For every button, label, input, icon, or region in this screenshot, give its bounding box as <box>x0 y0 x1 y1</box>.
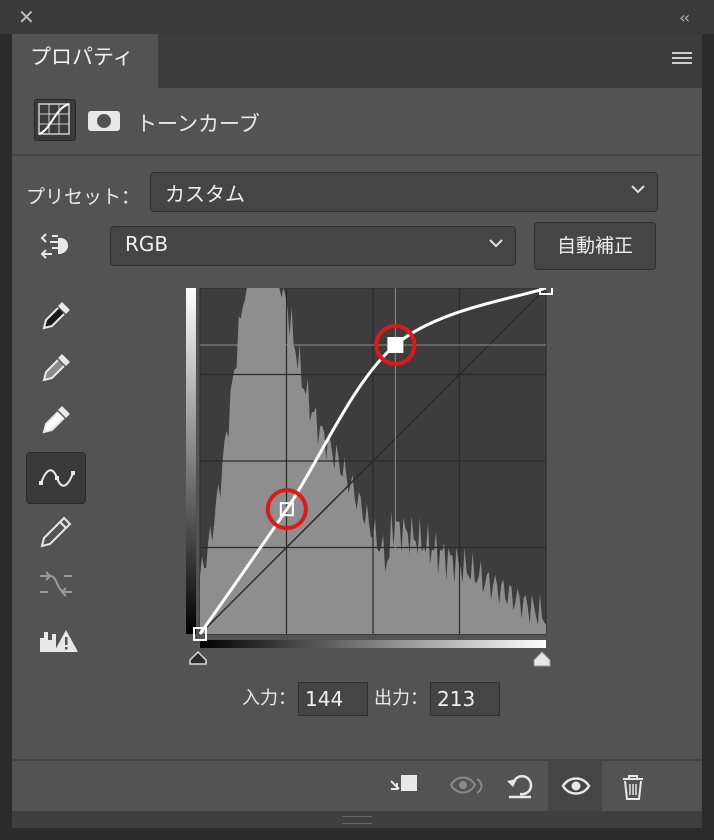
smooth-curve-icon <box>40 571 72 597</box>
close-icon[interactable]: ✕ <box>18 6 35 28</box>
white-point-slider[interactable] <box>533 651 551 667</box>
properties-window: ✕ ‹‹ プロパティ トーンカーブ プリセット： カスタム RGB 自動補正 入… <box>0 0 714 840</box>
view-previous-state-button[interactable] <box>436 761 490 811</box>
adjustment-header: トーンカーブ <box>12 88 702 156</box>
on-image-adjust-icon <box>40 233 69 259</box>
layer-mask-icon[interactable] <box>88 111 120 131</box>
pencil-draw-icon <box>40 516 72 548</box>
tab-strip: プロパティ <box>12 34 702 88</box>
output-gradient-bar <box>186 288 196 634</box>
tab-properties[interactable]: プロパティ <box>12 34 158 88</box>
channel-value: RGB <box>125 232 169 256</box>
visibility-eye-icon <box>561 777 591 795</box>
preset-label: プリセット： <box>26 186 141 208</box>
delete-button[interactable] <box>606 761 660 811</box>
curve-control-point[interactable] <box>387 336 404 353</box>
output-label: 出力： <box>374 688 428 709</box>
reset-button[interactable] <box>492 761 546 811</box>
trash-icon <box>623 775 643 800</box>
chevron-down-icon <box>489 239 503 248</box>
pencil-draw-tool[interactable] <box>26 506 86 558</box>
edit-points-curve-icon <box>39 469 75 487</box>
reset-icon <box>507 775 533 799</box>
gray-point-eyedropper[interactable] <box>26 342 86 394</box>
title-bar: ✕ ‹‹ <box>0 0 714 34</box>
chevron-down-icon <box>631 185 645 194</box>
panel-resize-handle[interactable] <box>12 811 702 828</box>
clipping-warning-tool[interactable] <box>26 616 86 668</box>
curve-editor[interactable] <box>186 281 554 670</box>
view-previous-state-icon <box>449 776 483 794</box>
on-image-adjust-tool[interactable] <box>26 224 86 276</box>
white-point-eyedropper[interactable] <box>26 394 86 446</box>
visibility-toggle-button[interactable] <box>548 761 602 811</box>
curves-adjustment-icon[interactable] <box>34 99 76 141</box>
channel-select[interactable]: RGB <box>110 226 516 266</box>
adjustment-title: トーンカーブ <box>136 112 260 136</box>
edit-points-curve-tool[interactable] <box>26 452 86 504</box>
white-point-eyedropper-icon <box>42 406 70 434</box>
input-label: 入力： <box>242 688 296 709</box>
gray-point-eyedropper-icon <box>42 354 70 382</box>
clipping-warning-icon <box>40 630 78 652</box>
collapse-panel-icon[interactable]: ‹‹ <box>679 8 690 27</box>
black-point-eyedropper-icon <box>42 302 70 330</box>
black-point-slider[interactable] <box>189 650 207 665</box>
input-gradient-bar <box>200 640 546 648</box>
resize-grip-icon <box>342 816 372 824</box>
clip-to-layer-button[interactable] <box>376 761 430 811</box>
output-field[interactable]: 213 <box>430 682 500 716</box>
preset-select[interactable]: カスタム <box>150 172 658 212</box>
black-point-eyedropper[interactable] <box>26 290 86 342</box>
panel-menu-icon[interactable] <box>672 52 692 66</box>
preset-value: カスタム <box>165 182 245 206</box>
clip-to-layer-icon <box>390 775 417 791</box>
bottom-toolbar <box>12 759 702 811</box>
input-field[interactable]: 144 <box>298 682 368 716</box>
auto-button[interactable]: 自動補正 <box>534 222 656 270</box>
smooth-curve-tool[interactable] <box>26 558 86 610</box>
properties-panel: プロパティ トーンカーブ プリセット： カスタム RGB 自動補正 入力： 14… <box>12 34 702 828</box>
